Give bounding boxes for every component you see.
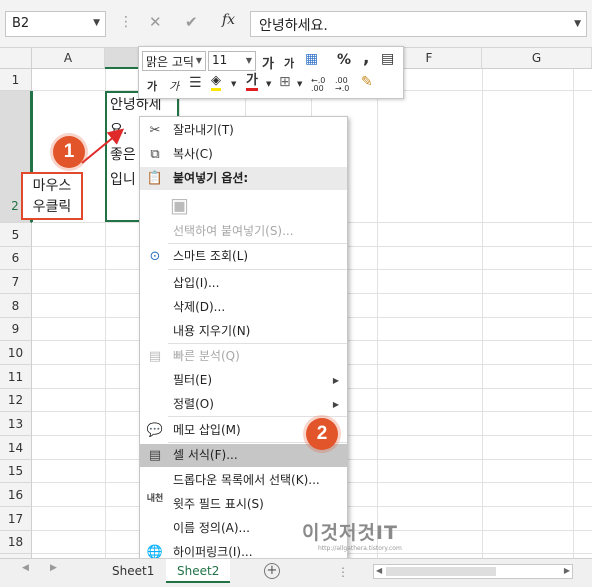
callout-badge-2: 2	[306, 418, 338, 450]
arrow-1	[81, 128, 125, 164]
menu-item-paste-special[interactable]: 선택하여 붙여넣기(S)...	[140, 220, 347, 243]
menu-item-label: 드롭다운 목록에서 선택(K)...	[173, 473, 320, 487]
menu-item-copy[interactable]: ⧉ 복사(C)	[140, 143, 347, 166]
menu-item-cut[interactable]: ✂ 잘라내기(T)	[140, 119, 347, 142]
accounting-format-icon[interactable]: ▦	[305, 51, 318, 67]
shrink-font-button[interactable]: 가	[284, 55, 294, 71]
menu-item-delete[interactable]: 삭제(D)...	[140, 296, 347, 319]
align-center-icon[interactable]: ☰	[189, 75, 202, 91]
font-name-value: 맑은 고딕	[146, 55, 194, 69]
menu-item-label: 붙여넣기 옵션:	[173, 171, 249, 185]
menu-item-label: 필터(E)	[173, 373, 213, 387]
scroll-left-icon[interactable]: ◀	[22, 563, 29, 573]
right-click-line-1: 마우스	[32, 178, 72, 194]
callout-badge-1: 1	[53, 136, 85, 168]
scroll-right-arrow-icon[interactable]: ▶	[564, 566, 570, 575]
font-name-select[interactable]: 맑은 고딕 ▼	[142, 51, 206, 71]
right-click-label: 마우스 우클릭	[21, 172, 83, 220]
comma-style-button[interactable]: ,	[363, 48, 369, 68]
submenu-arrow-icon: ▶	[332, 376, 339, 385]
menu-item-label: 메모 삽입(M)	[173, 423, 241, 437]
chevron-down-icon[interactable]: ▼	[231, 80, 236, 88]
paste-clipboard-icon[interactable]: ▣	[170, 193, 194, 219]
menu-item-label: 하이퍼링크(I)...	[173, 545, 253, 559]
menu-item-label: 삽입(I)...	[173, 276, 220, 290]
copy-icon: ⧉	[150, 147, 160, 162]
chevron-down-icon[interactable]: ▼	[297, 80, 302, 88]
italic-button[interactable]: 가	[169, 78, 179, 94]
menu-item-label: 잘라내기(T)	[173, 123, 234, 137]
scroll-right-icon[interactable]: ▶	[50, 563, 57, 573]
grow-font-button[interactable]: 가	[262, 53, 274, 72]
menu-item-label: 셀 서식(F)...	[173, 448, 238, 462]
menu-item-pick-from-list[interactable]: 드롭다운 목록에서 선택(K)...	[140, 469, 347, 492]
scrollbar-thumb[interactable]	[386, 567, 496, 576]
phonetic-icon: 내천	[146, 494, 164, 504]
menu-item-label: 윗주 필드 표시(S)	[173, 497, 264, 511]
scissors-icon: ✂	[149, 123, 161, 138]
add-sheet-button[interactable]: +	[264, 563, 280, 579]
sheet-tab-bar: ◀ ▶ Sheet1 Sheet2 + ⋮ ◀ ▶	[0, 558, 592, 587]
bold-button[interactable]: 가	[147, 78, 157, 94]
menu-item-filter[interactable]: 필터(E) ▶	[140, 369, 347, 392]
menu-item-label: 스마트 조회(L)	[173, 249, 249, 263]
right-click-line-2: 우클릭	[32, 199, 72, 215]
menu-item-label: 삭제(D)...	[173, 300, 226, 314]
horizontal-scrollbar[interactable]: ◀ ▶	[373, 564, 573, 579]
quick-analysis-icon: ▤	[148, 349, 162, 364]
paste-options-header: 📋 붙여넣기 옵션:	[140, 167, 347, 190]
comment-icon: 💬	[146, 423, 164, 438]
borders-icon[interactable]: ⊞	[279, 74, 291, 90]
fill-color-icon[interactable]: ◈	[211, 74, 221, 91]
menu-item-label: 빠른 분석(Q)	[173, 349, 240, 363]
font-color-button[interactable]: 가	[246, 74, 258, 91]
menu-item-label: 내용 지우기(N)	[173, 324, 251, 338]
menu-separator	[168, 343, 347, 344]
menu-item-label: 복사(C)	[173, 147, 213, 161]
sheet-tab-1[interactable]: Sheet1	[101, 559, 165, 583]
watermark-url: http://allgathera.tistory.com	[318, 545, 402, 552]
menu-item-clear-contents[interactable]: 내용 지우기(N)	[140, 320, 347, 343]
menu-item-label: 이름 정의(A)...	[173, 521, 250, 535]
menu-separator	[168, 269, 347, 270]
paste-icon: 📋	[146, 171, 164, 186]
sheet-tab-2[interactable]: Sheet2	[166, 559, 231, 583]
chevron-down-icon[interactable]: ▼	[246, 56, 252, 65]
menu-item-smart-lookup[interactable]: ⊙ 스마트 조회(L)	[140, 245, 347, 268]
mini-toolbar: 맑은 고딕 ▼ 11 ▼ 가 가 ▦ % , ▤ 가 가 ☰ ◈ ▼ 가 ▼ ⊞…	[138, 46, 404, 99]
menu-item-label: 선택하여 붙여넣기(S)...	[173, 224, 294, 238]
submenu-arrow-icon: ▶	[332, 400, 339, 409]
smart-lookup-icon: ⊙	[149, 249, 161, 264]
watermark-brand: 이것저것IT	[302, 522, 398, 544]
menu-item-quick-analysis[interactable]: ▤ 빠른 분석(Q)	[140, 345, 347, 368]
font-size-select[interactable]: 11 ▼	[208, 51, 256, 71]
format-painter-table-icon[interactable]: ▤	[381, 51, 394, 67]
decrease-decimal-button[interactable]: .00 →.0	[335, 77, 357, 93]
menu-separator	[168, 243, 347, 244]
menu-item-phonetic-field[interactable]: 내천 윗주 필드 표시(S)	[140, 493, 347, 516]
menu-separator	[168, 416, 347, 417]
menu-item-label: 정렬(O)	[173, 397, 214, 411]
format-painter-icon[interactable]: ✎	[361, 74, 373, 90]
percent-style-button[interactable]: %	[337, 52, 351, 68]
scroll-left-arrow-icon[interactable]: ◀	[376, 566, 382, 575]
font-size-value: 11	[212, 53, 228, 67]
menu-item-insert[interactable]: 삽입(I)...	[140, 272, 347, 295]
increase-decimal-button[interactable]: ←.0 .00	[311, 77, 333, 93]
format-cells-icon: ▤	[148, 448, 162, 463]
menu-item-sort[interactable]: 정렬(O) ▶	[140, 393, 347, 416]
chevron-down-icon[interactable]: ▼	[196, 56, 202, 65]
more-options-icon[interactable]: ⋮	[337, 565, 349, 579]
context-menu: ✂ 잘라내기(T) ⧉ 복사(C) 📋 붙여넣기 옵션: ▣ 선택하여 붙여넣기…	[139, 116, 348, 565]
chevron-down-icon[interactable]: ▼	[266, 80, 271, 88]
